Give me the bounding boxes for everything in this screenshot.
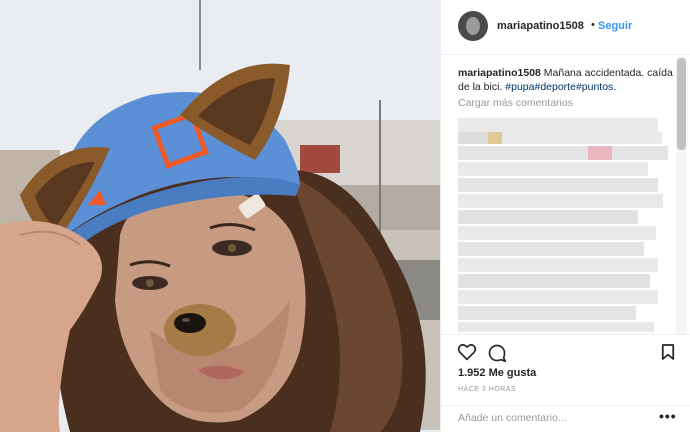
hashtag-link[interactable]: #pupa bbox=[505, 81, 534, 93]
comments-scrollbar-thumb[interactable] bbox=[677, 58, 686, 150]
blurred-comments bbox=[458, 118, 668, 332]
hashtag-link[interactable]: #puntos. bbox=[576, 81, 616, 93]
post-sidebar: mariapatino1508 • Seguir mariapatino1508… bbox=[440, 0, 690, 432]
post-caption: mariapatino1508 Mañana accidentada. caíd… bbox=[458, 66, 673, 94]
username-link[interactable]: mariapatino1508 bbox=[497, 20, 584, 32]
post-photo[interactable] bbox=[0, 0, 440, 432]
comment-input[interactable] bbox=[458, 411, 638, 425]
post-header: mariapatino1508 • Seguir bbox=[441, 0, 690, 55]
comment-icon[interactable] bbox=[487, 343, 507, 368]
post-actions: 1.952 Me gusta HACE 3 HORAS ••• bbox=[441, 334, 690, 427]
follow-button[interactable]: Seguir bbox=[598, 20, 632, 32]
caption-username[interactable]: mariapatino1508 bbox=[458, 67, 541, 79]
load-more-comments-link[interactable]: Cargar más comentarios bbox=[458, 97, 573, 109]
more-options-icon[interactable]: ••• bbox=[659, 408, 677, 424]
comment-box: ••• bbox=[441, 405, 690, 428]
heart-icon[interactable] bbox=[457, 343, 477, 366]
separator-dot: • bbox=[591, 19, 595, 31]
bookmark-icon[interactable] bbox=[661, 343, 675, 366]
avatar[interactable] bbox=[458, 11, 488, 41]
hashtag-link[interactable]: #deporte bbox=[534, 81, 575, 93]
instagram-post: mariapatino1508 • Seguir mariapatino1508… bbox=[0, 0, 690, 432]
post-time[interactable]: HACE 3 HORAS bbox=[458, 386, 516, 393]
likes-count[interactable]: 1.952 Me gusta bbox=[458, 367, 536, 379]
selfie-image bbox=[0, 0, 440, 432]
